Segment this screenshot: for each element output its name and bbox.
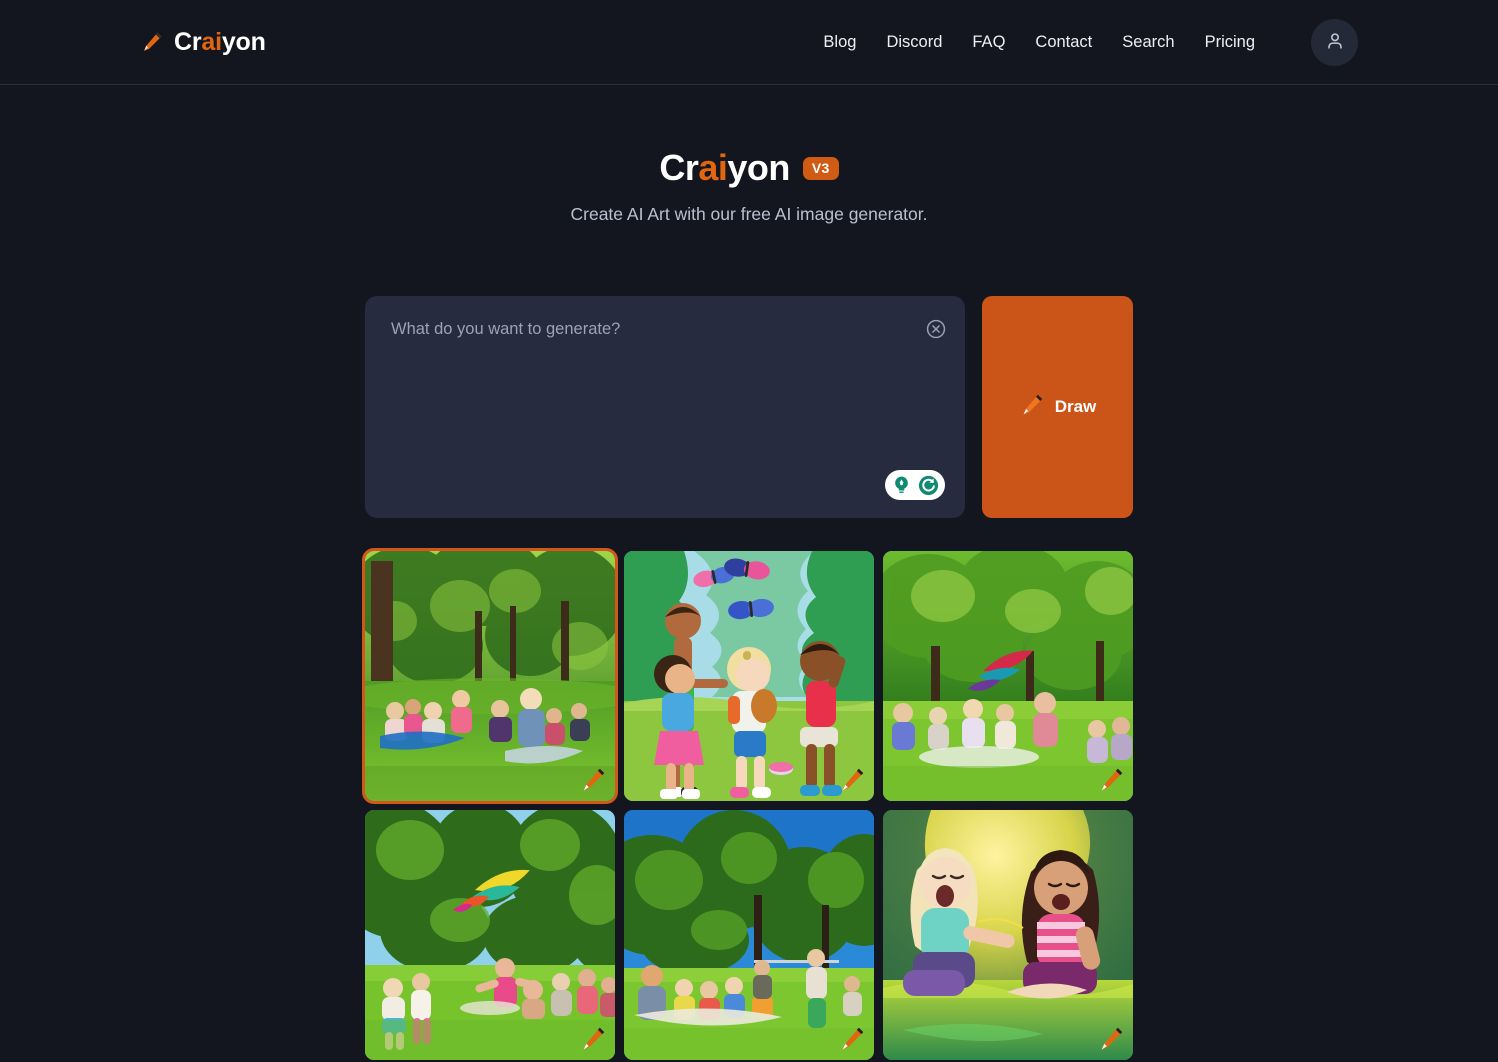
generated-art-3 xyxy=(883,551,1133,801)
nav-link-blog[interactable]: Blog xyxy=(823,33,856,52)
nav-link-search[interactable]: Search xyxy=(1122,33,1174,52)
result-image-5[interactable] xyxy=(624,810,874,1060)
close-circle-icon xyxy=(925,319,947,343)
prompt-input[interactable] xyxy=(391,318,939,438)
regenerate-icon xyxy=(917,475,940,500)
generated-art-4 xyxy=(365,810,615,1060)
generated-art-6 xyxy=(883,810,1133,1060)
nav-link-faq[interactable]: FAQ xyxy=(972,33,1005,52)
result-image-2[interactable] xyxy=(624,551,874,801)
hero-section: Craiyon V3 Create AI Art with our free A… xyxy=(0,85,1498,225)
version-badge: V3 xyxy=(802,156,839,180)
generated-art-2 xyxy=(624,551,874,801)
site-header: Craiyon Blog Discord FAQ Contact Search … xyxy=(0,0,1498,85)
user-icon xyxy=(1324,30,1346,55)
clear-prompt-button[interactable] xyxy=(925,318,947,340)
draw-button[interactable]: Draw xyxy=(982,296,1133,518)
result-image-3[interactable] xyxy=(883,551,1133,801)
regenerate-button[interactable] xyxy=(917,474,940,497)
pencil-icon xyxy=(1019,392,1045,423)
generated-art-1 xyxy=(365,551,615,801)
nav-link-pricing[interactable]: Pricing xyxy=(1205,33,1255,52)
nav-link-discord[interactable]: Discord xyxy=(886,33,942,52)
result-image-4[interactable] xyxy=(365,810,615,1060)
idea-lightbulb-icon xyxy=(890,476,913,500)
result-image-6[interactable] xyxy=(883,810,1133,1060)
prompt-tools xyxy=(885,470,945,500)
main-navigation: Blog Discord FAQ Contact Search Pricing xyxy=(823,18,1358,66)
prompt-row: Draw xyxy=(365,296,1133,518)
brand-logo[interactable]: Craiyon xyxy=(140,28,266,57)
page-title: Craiyon V3 xyxy=(659,147,839,189)
result-image-1[interactable] xyxy=(362,548,618,804)
draw-button-label: Draw xyxy=(1054,397,1097,416)
nav-link-contact[interactable]: Contact xyxy=(1035,33,1092,52)
results-grid xyxy=(362,548,1133,1060)
idea-lightbulb-button[interactable] xyxy=(890,474,913,497)
generated-art-5 xyxy=(624,810,874,1060)
hero-subtitle: Create AI Art with our free AI image gen… xyxy=(570,204,928,224)
account-avatar-button[interactable] xyxy=(1311,18,1358,66)
pencil-icon xyxy=(140,30,164,54)
brand-name: Craiyon xyxy=(174,27,266,56)
prompt-box xyxy=(365,296,965,518)
